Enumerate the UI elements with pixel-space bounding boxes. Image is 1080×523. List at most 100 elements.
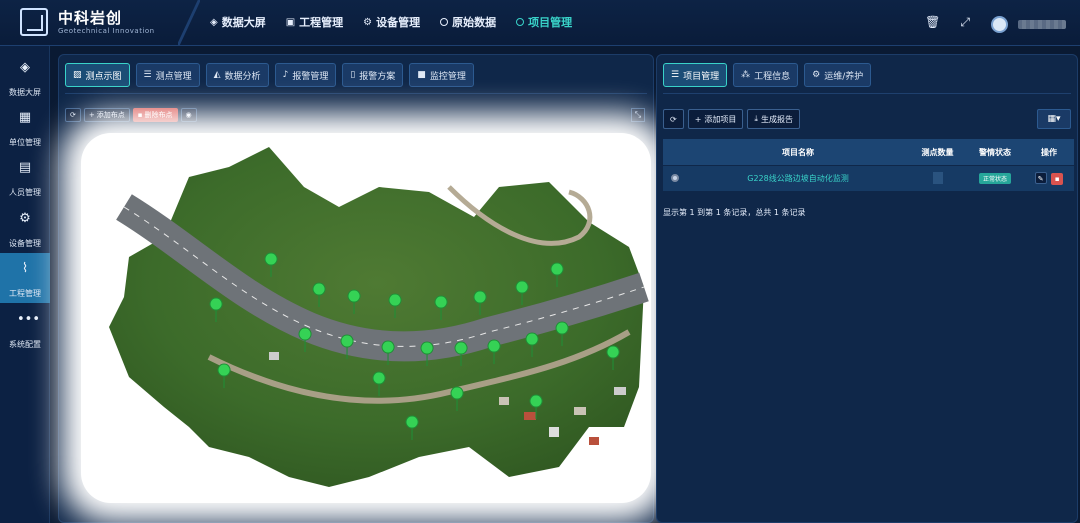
expand-icon: ⤡	[634, 110, 642, 119]
delete-button[interactable]: ▪	[1051, 173, 1064, 185]
plus-icon: +	[694, 114, 702, 124]
refresh-icon: ⟳	[670, 114, 677, 124]
eye-button[interactable]: ◉	[180, 108, 197, 122]
fullscreen-icon[interactable]: ⤢	[960, 15, 970, 30]
gear-icon: ⚙	[363, 16, 373, 28]
sidebar-item-personnel[interactable]: ▤ 人员管理	[0, 152, 50, 202]
trash-icon[interactable]: 🗑	[925, 15, 940, 30]
list-icon: ☰	[143, 70, 152, 80]
pagination-summary: 显示第 1 到第 1 条记录，总共 1 条记录	[663, 208, 806, 217]
tab-maintenance[interactable]: ⚙ 运维/养护	[804, 63, 872, 87]
user-doc-icon: ▤	[18, 160, 32, 175]
building	[269, 352, 279, 360]
refresh-button[interactable]: ⟳	[663, 109, 684, 129]
download-icon: ⤓	[754, 114, 758, 123]
map-panel: ▨ 测点示图 ☰ 测点管理 ◭ 数据分析 ♪ 报警管理 ▯ 报警方案 ■ 监控管理 ⟳ + 添…	[58, 54, 654, 523]
top-bar: 中科岩创 Geotechnical Innovation ◈ 数据大屏 ▣ 工程管理…	[0, 0, 1080, 46]
project-table: 项目名称 测点数量 警情状态 操作 G228线公路边坡自动化监测 正常状态 ✎ …	[663, 139, 1074, 191]
tab-points-map[interactable]: ▨ 测点示图	[65, 63, 130, 87]
topnav-engineering[interactable]: ▣ 工程管理	[286, 14, 343, 30]
col-point-count[interactable]: 测点数量	[909, 147, 966, 158]
topnav-devices[interactable]: ⚙ 设备管理	[363, 14, 420, 30]
col-alarm-status[interactable]: 警情状态	[966, 147, 1024, 158]
circle-icon	[440, 18, 449, 26]
image-icon: ▨	[73, 70, 82, 80]
plus-icon: +	[88, 111, 95, 119]
edit-button[interactable]: ✎	[1034, 172, 1047, 184]
row-select-radio[interactable]	[671, 173, 679, 182]
tab-alarm-plan[interactable]: ▯ 报警方案	[342, 63, 404, 87]
add-point-button[interactable]: + 添加布点	[83, 108, 130, 122]
logo-icon	[20, 8, 48, 36]
sidebar: ◈ 数据大屏 ▦ 单位管理 ▤ 人员管理 ⚙ 设备管理 ⌇ 工程管理 ••• 系统配置	[0, 46, 50, 523]
trash-icon: ▪	[1054, 175, 1060, 183]
expand-map-button[interactable]: ⤡	[631, 108, 645, 122]
pencil-icon: ✎	[1037, 175, 1044, 183]
tab-project-manage[interactable]: ☰ 项目管理	[663, 63, 728, 87]
list-icon: ☰	[671, 70, 680, 80]
tab-data-analysis[interactable]: ◭ 数据分析	[205, 63, 269, 87]
cube-icon: ◈	[210, 16, 218, 28]
building	[614, 387, 626, 395]
sidebar-item-data-screen[interactable]: ◈ 数据大屏	[0, 52, 50, 102]
building	[549, 427, 559, 437]
table-header: 项目名称 测点数量 警情状态 操作	[663, 139, 1074, 165]
refresh-button[interactable]: ⟳	[65, 108, 81, 122]
tab-points-manage[interactable]: ☰ 测点管理	[135, 63, 200, 87]
camera-icon: ■	[417, 70, 426, 80]
avatar[interactable]	[991, 16, 1008, 33]
refresh-icon: ⟳	[70, 111, 76, 119]
col-actions: 操作	[1041, 147, 1057, 157]
delete-point-button[interactable]: ▪ 删除布点	[132, 108, 178, 122]
project-panel: ☰ 项目管理 ⁂ 工程信息 ⚙ 运维/养护 ⟳ + 添加项目 ⤓ 生成报告 ▦▾ 项目名称…	[656, 54, 1078, 523]
tab-video-monitor[interactable]: ■ 监控管理	[409, 63, 474, 87]
sidebar-item-units[interactable]: ▦ 单位管理	[0, 102, 50, 152]
bell-icon: ♪	[282, 70, 289, 80]
topnav-data-screen[interactable]: ◈ 数据大屏	[210, 14, 266, 30]
top-right-tools: 🗑 ⤢	[925, 15, 970, 30]
table-row[interactable]: G228线公路边坡自动化监测 正常状态 ✎ ▪	[663, 165, 1074, 191]
status-badge: 正常状态	[978, 173, 1011, 184]
tab-engineering-info[interactable]: ⁂ 工程信息	[733, 63, 799, 87]
brand-title: 中科岩创	[58, 9, 123, 27]
tab-alarm-manage[interactable]: ♪ 报警管理	[274, 63, 337, 87]
map-tabs: ▨ 测点示图 ☰ 测点管理 ◭ 数据分析 ♪ 报警管理 ▯ 报警方案 ■ 监控管理	[65, 63, 474, 87]
gear-icon: ⚙	[19, 211, 31, 226]
top-nav: ◈ 数据大屏 ▣ 工程管理 ⚙ 设备管理 原始数据 项目管理	[210, 14, 572, 30]
chart-icon: ⌇	[21, 261, 29, 276]
gears-icon: ⚙	[812, 70, 821, 80]
cube-icon: ◈	[20, 60, 30, 75]
header-divider	[178, 0, 200, 46]
building	[524, 412, 536, 420]
monitor-icon: ▣	[285, 16, 296, 28]
topnav-raw-data[interactable]: 原始数据	[440, 14, 496, 30]
project-name-link[interactable]: G228线公路边坡自动化监测	[747, 174, 848, 183]
project-toolbar: ⟳ + 添加项目 ⤓ 生成报告	[663, 109, 800, 129]
divider	[65, 93, 647, 94]
aerial-map[interactable]	[69, 127, 651, 517]
columns-toggle-button[interactable]: ▦▾	[1037, 109, 1071, 129]
eye-icon: ◉	[185, 111, 192, 119]
cubes-icon: ⁂	[741, 70, 751, 80]
building	[499, 397, 509, 405]
sidebar-item-system[interactable]: ••• 系统配置	[0, 304, 50, 354]
topnav-projects[interactable]: 项目管理	[516, 14, 572, 30]
col-project-name[interactable]: 项目名称	[687, 147, 909, 158]
building	[574, 407, 586, 415]
generate-report-button[interactable]: ⤓ 生成报告	[747, 109, 800, 129]
project-tabs: ☰ 项目管理 ⁂ 工程信息 ⚙ 运维/养护	[663, 63, 872, 87]
point-count-blurred	[932, 171, 943, 184]
divider	[663, 93, 1071, 94]
sidebar-item-devices[interactable]: ⚙ 设备管理	[0, 203, 50, 253]
sidebar-item-engineering[interactable]: ⌇ 工程管理	[0, 253, 50, 303]
aerial-photo	[109, 147, 649, 487]
add-project-button[interactable]: + 添加项目	[687, 109, 744, 129]
area-chart-icon: ◭	[213, 70, 221, 80]
building	[589, 437, 599, 445]
circle-icon	[516, 18, 525, 26]
book-icon: ▯	[350, 70, 356, 80]
calendar-check-icon: ▦	[18, 110, 32, 125]
dots-icon: •••	[17, 312, 41, 327]
map-toolbar: ⟳ + 添加布点 ▪ 删除布点 ◉	[65, 108, 197, 122]
brand-subtitle: Geotechnical Innovation	[58, 27, 155, 35]
